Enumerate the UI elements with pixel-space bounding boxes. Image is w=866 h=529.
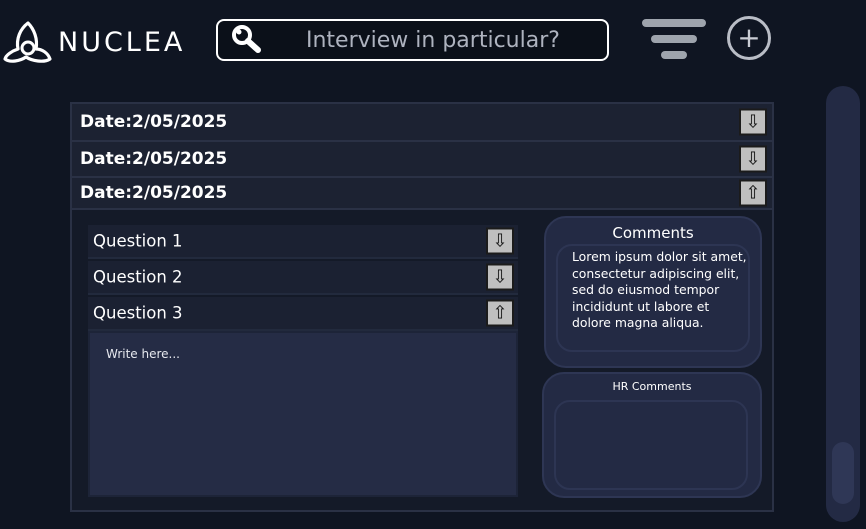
arrow-down-icon[interactable]: ⇩ (739, 145, 767, 173)
comments-title: Comments (612, 224, 694, 242)
scrollbar[interactable] (826, 86, 860, 522)
date-row-expanded[interactable]: Date:2/05/2025 ⇧ (72, 178, 772, 210)
hr-comments-input[interactable] (554, 400, 748, 490)
date-row[interactable]: Date:2/05/2025 ⇩ (72, 104, 772, 142)
arrow-down-icon[interactable]: ⇩ (486, 263, 514, 291)
add-button[interactable]: + (727, 16, 771, 60)
arrow-down-icon[interactable]: ⇩ (739, 108, 767, 136)
nuclea-logo-icon (3, 21, 52, 63)
hr-comments-card: HR Comments (542, 372, 762, 498)
arrow-down-icon[interactable]: ⇩ (486, 227, 514, 255)
question-row[interactable]: Question 2 ⇩ (88, 261, 518, 295)
comments-text: Lorem ipsum dolor sit amet, consectetur … (556, 244, 750, 352)
logo-text: NUCLEA (58, 26, 186, 58)
date-label: Date:2/05/2025 (80, 183, 228, 203)
questions-list: Question 1 ⇩ Question 2 ⇩ Question 3 ⇧ (88, 225, 518, 497)
question-label: Question 2 (93, 267, 183, 287)
search-input[interactable] (306, 27, 607, 53)
question-row-expanded[interactable]: Question 3 ⇧ (88, 297, 518, 331)
filter-lines-icon (642, 19, 706, 27)
question-row[interactable]: Question 1 ⇩ (88, 225, 518, 259)
filter-line (651, 35, 697, 43)
arrow-up-icon[interactable]: ⇧ (486, 299, 514, 327)
comments-card: Comments Lorem ipsum dolor sit amet, con… (544, 216, 762, 368)
plus-icon: + (737, 21, 761, 54)
date-row[interactable]: Date:2/05/2025 ⇩ (72, 142, 772, 178)
interviews-panel: Date:2/05/2025 ⇩ Date:2/05/2025 ⇩ Date:2… (70, 102, 774, 512)
filter-button[interactable] (642, 17, 706, 61)
logo[interactable]: NUCLEA (2, 18, 210, 66)
top-bar: NUCLEA + (0, 0, 866, 80)
answer-textarea[interactable] (88, 331, 518, 497)
arrow-up-icon[interactable]: ⇧ (739, 179, 767, 207)
question-label: Question 3 (93, 303, 183, 323)
date-label: Date:2/05/2025 (80, 149, 228, 169)
search-icon[interactable] (228, 21, 268, 59)
search-bar[interactable] (216, 19, 609, 61)
date-label: Date:2/05/2025 (80, 112, 228, 132)
question-label: Question 1 (93, 231, 183, 251)
filter-line (661, 51, 687, 59)
hr-comments-title: HR Comments (612, 380, 692, 393)
scrollbar-thumb[interactable] (832, 442, 854, 504)
